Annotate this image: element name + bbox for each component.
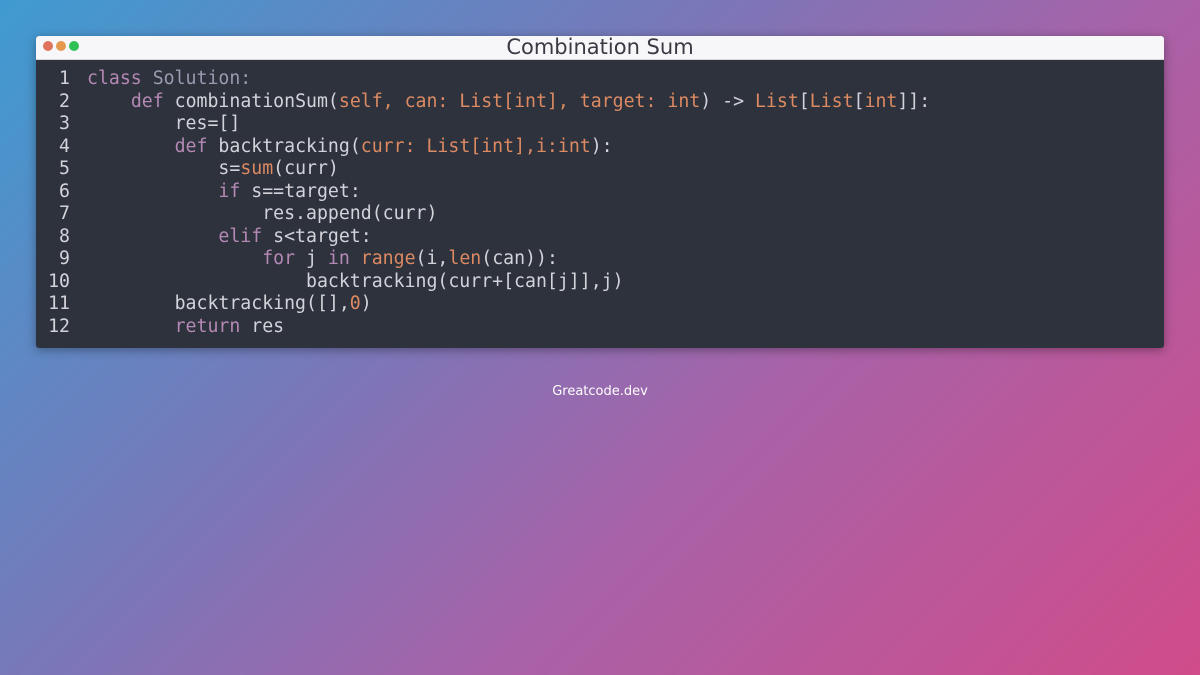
line-number: 6 — [59, 180, 70, 202]
footer-credit: Greatcode.dev — [552, 384, 648, 399]
code-token: [ — [798, 90, 810, 112]
line-number: 7 — [59, 203, 70, 224]
code-token: sum — [240, 158, 274, 179]
code-text: def combinationSum(self, can: List[int],… — [70, 91, 930, 114]
line-number: 2 — [59, 90, 70, 112]
line-number: 9 — [59, 248, 70, 269]
code-line: 9 for j in range(i,len(can)): — [36, 248, 1164, 271]
code-token: ) — [360, 293, 372, 314]
code-text: def backtracking(curr: List[int],i:int): — [70, 136, 613, 159]
code-token: s= — [87, 158, 241, 179]
code-token: in — [327, 248, 361, 269]
code-token: int — [864, 90, 898, 112]
code-token: 0 — [349, 293, 361, 314]
code-token: List — [809, 90, 854, 112]
code-token: def — [130, 90, 175, 112]
code-token: backtracking( — [218, 135, 361, 157]
code-token: Solution: — [152, 68, 252, 89]
code-token: return — [174, 315, 252, 337]
code-line: 4 def backtracking(curr: List[int],i:int… — [36, 136, 1164, 159]
code-token: len — [448, 248, 482, 269]
code-token: j — [306, 248, 328, 269]
code-token: class — [87, 68, 153, 89]
code-token: s==target: — [251, 180, 361, 202]
code-text: if s==target: — [70, 180, 361, 204]
code-token: def — [174, 135, 219, 157]
title-bar: Combination Sum — [36, 36, 1164, 60]
code-token: elif — [218, 225, 274, 247]
code-token: backtracking(curr+[can[j]],j) — [87, 270, 624, 292]
line-number: 4 — [59, 135, 70, 157]
code-line: 7 res.append(curr) — [36, 203, 1164, 226]
code-token: (curr) — [273, 158, 339, 179]
code-token: s<target: — [273, 225, 372, 247]
code-text: backtracking([],0) — [70, 293, 372, 316]
line-number: 3 — [59, 113, 70, 134]
code-token: res — [251, 315, 285, 337]
line-number: 1 — [59, 68, 70, 89]
window-title: Combination Sum — [506, 36, 694, 59]
line-number: 11 — [48, 293, 70, 314]
code-text: elif s<target: — [70, 225, 372, 249]
code-token: ) -> — [700, 90, 755, 112]
code-line: 12 return res — [36, 316, 1164, 339]
code-token: (i, — [415, 248, 449, 269]
line-number: 8 — [59, 225, 70, 247]
code-line: 5 s=sum(curr) — [36, 158, 1164, 181]
code-token: combinationSum( — [174, 90, 339, 112]
code-editor[interactable]: 1 class Solution: 2 def combinationSum(sel… — [36, 68, 1164, 338]
code-token: res=[] — [87, 113, 241, 134]
code-token: curr: List[int],i:int — [360, 135, 591, 157]
code-token: (can)): — [481, 248, 558, 269]
code-text: res.append(curr) — [70, 203, 437, 226]
code-line: 10 backtracking(curr+[can[j]],j) — [36, 271, 1164, 294]
line-number: 12 — [48, 315, 70, 337]
code-line: 6 if s==target: — [36, 181, 1164, 204]
code-text: return res — [70, 315, 285, 339]
line-number: 5 — [59, 158, 70, 179]
code-text: class Solution: — [70, 68, 251, 91]
code-token: backtracking([], — [87, 293, 350, 314]
line-number: 10 — [48, 270, 70, 292]
code-line: 3 res=[] — [36, 113, 1164, 136]
code-token: res.append(curr) — [87, 203, 438, 224]
code-token: self, can: List[int], target: int — [338, 90, 701, 112]
code-token: List — [754, 90, 799, 112]
code-text: for j in range(i,len(can)): — [70, 248, 558, 271]
code-text: res=[] — [70, 113, 241, 136]
code-token: ): — [590, 135, 613, 157]
code-line: 1 class Solution: — [36, 68, 1164, 91]
code-line: 11 backtracking([],0) — [36, 293, 1164, 316]
code-token: if — [218, 180, 252, 202]
code-line: 2 def combinationSum(self, can: List[int… — [36, 91, 1164, 114]
code-token: [ — [853, 90, 865, 112]
code-text: backtracking(curr+[can[j]],j) — [70, 271, 624, 294]
code-line: 8 elif s<target: — [36, 226, 1164, 249]
code-text: s=sum(curr) — [70, 158, 339, 181]
code-window: Combination Sum 1 class Solution: 2 def co… — [36, 36, 1164, 348]
code-token: for — [262, 248, 307, 269]
code-token: ]]: — [897, 90, 931, 112]
code-token: range — [360, 248, 416, 269]
